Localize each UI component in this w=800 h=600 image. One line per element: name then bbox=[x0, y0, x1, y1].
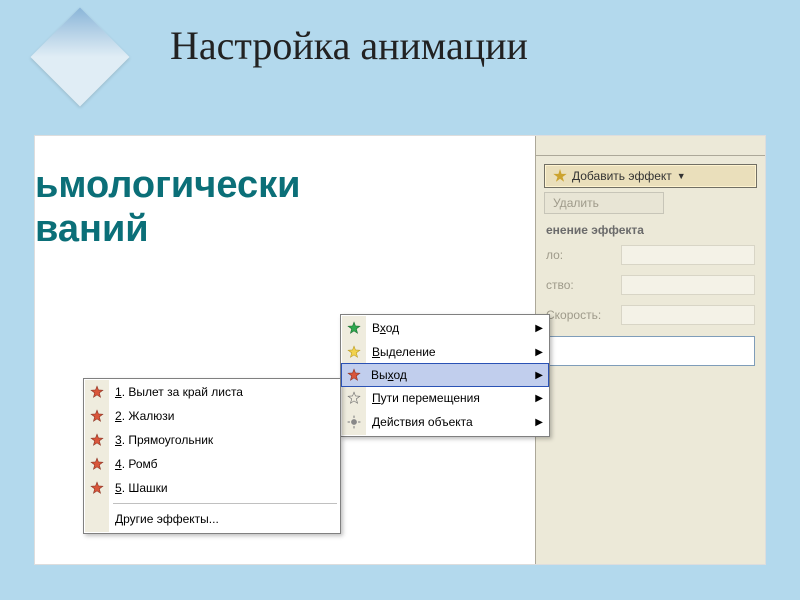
effect-label: 5. Шашки bbox=[115, 481, 168, 495]
star-red-icon bbox=[89, 456, 105, 472]
field-start-input[interactable] bbox=[621, 245, 755, 265]
field-property-label: ство: bbox=[546, 278, 621, 292]
exit-effect-item[interactable]: 3. Прямоугольник bbox=[85, 428, 339, 452]
more-effects-label: Другие эффекты... bbox=[115, 512, 219, 526]
star-outline-icon bbox=[346, 390, 362, 406]
add-effect-button[interactable]: Добавить эффект ▼ bbox=[544, 164, 757, 188]
category-label: Вход bbox=[372, 321, 399, 335]
remove-label: Удалить bbox=[553, 196, 599, 210]
effect-label: 1. Вылет за край листа bbox=[115, 385, 243, 399]
field-start-row: ло: bbox=[536, 240, 765, 270]
category-menu-item[interactable]: Выход ▶ bbox=[341, 363, 549, 387]
field-speed-input[interactable] bbox=[621, 305, 755, 325]
page-title: Настройка анимации bbox=[170, 22, 528, 69]
slide-bullet-diamond bbox=[31, 8, 130, 107]
star-icon bbox=[553, 169, 567, 183]
category-label: Пути перемещения bbox=[372, 391, 480, 405]
category-menu-item[interactable]: Пути перемещения ▶ bbox=[342, 386, 548, 410]
effect-label: 2. Жалюзи bbox=[115, 409, 174, 423]
category-label: Выход bbox=[371, 368, 407, 382]
field-start-label: ло: bbox=[546, 248, 621, 262]
star-red-icon bbox=[89, 384, 105, 400]
category-menu-item[interactable]: Вход ▶ bbox=[342, 316, 548, 340]
field-property-row: ство: bbox=[536, 270, 765, 300]
effect-category-menu: Вход▶Выделение▶Выход▶Пути перемещения▶Де… bbox=[340, 314, 550, 437]
star-red-icon bbox=[89, 432, 105, 448]
field-property-input[interactable] bbox=[621, 275, 755, 295]
effect-label: 3. Прямоугольник bbox=[115, 433, 213, 447]
star-red-icon bbox=[346, 367, 362, 383]
submenu-arrow-icon: ▶ bbox=[535, 393, 543, 404]
category-menu-item[interactable]: Действия объекта ▶ bbox=[342, 410, 548, 434]
dropdown-arrow-icon: ▼ bbox=[677, 171, 686, 181]
category-label: Действия объекта bbox=[372, 415, 473, 429]
exit-effect-item[interactable]: 4. Ромб bbox=[85, 452, 339, 476]
exit-effect-item[interactable]: 2. Жалюзи bbox=[85, 404, 339, 428]
menu-separator bbox=[113, 503, 337, 504]
category-label: Выделение bbox=[372, 345, 436, 359]
gear-icon bbox=[346, 414, 362, 430]
slide-text-line1: ьмологически bbox=[35, 164, 300, 207]
submenu-arrow-icon: ▶ bbox=[535, 347, 543, 358]
remove-button[interactable]: Удалить bbox=[544, 192, 664, 214]
exit-effects-submenu: 1. Вылет за край листа 2. Жалюзи 3. Прямоу… bbox=[83, 378, 341, 534]
star-yellow-icon bbox=[346, 344, 362, 360]
animation-task-pane: Добавить эффект ▼ Удалить енение эффекта… bbox=[535, 136, 765, 564]
effects-list[interactable] bbox=[546, 336, 755, 366]
exit-effect-item[interactable]: 1. Вылет за край листа bbox=[85, 380, 339, 404]
star-green-icon bbox=[346, 320, 362, 336]
field-speed-label: Скорость: bbox=[546, 308, 621, 322]
pane-toolbar bbox=[536, 136, 765, 156]
slide-text-line2: ваний bbox=[35, 208, 149, 251]
star-red-icon bbox=[89, 480, 105, 496]
submenu-arrow-icon: ▶ bbox=[535, 370, 543, 381]
submenu-arrow-icon: ▶ bbox=[535, 323, 543, 334]
category-menu-item[interactable]: Выделение ▶ bbox=[342, 340, 548, 364]
add-effect-label: Добавить эффект bbox=[572, 169, 672, 183]
exit-effect-item[interactable]: 5. Шашки bbox=[85, 476, 339, 500]
more-effects-item[interactable]: Другие эффекты... bbox=[85, 507, 339, 531]
submenu-arrow-icon: ▶ bbox=[535, 417, 543, 428]
field-speed-row: Скорость: bbox=[536, 300, 765, 330]
section-header: енение эффекта bbox=[536, 220, 765, 240]
screenshot-area: ьмологически ваний Добавить эффект ▼ Уда… bbox=[34, 135, 766, 565]
star-red-icon bbox=[89, 408, 105, 424]
effect-label: 4. Ромб bbox=[115, 457, 158, 471]
